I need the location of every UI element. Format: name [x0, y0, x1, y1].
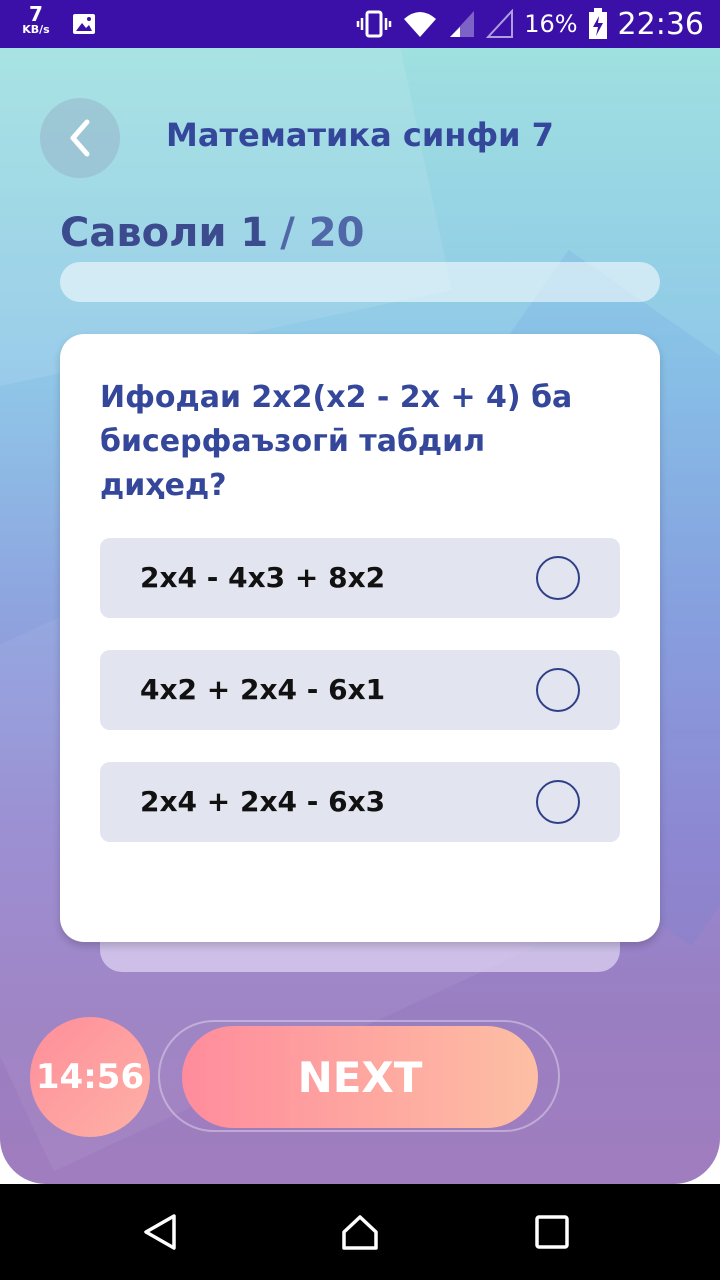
question-text: Ифодаи 2x2(x2 - 2x + 4) ба бисерфаъзогӣ … [100, 380, 573, 503]
answer-option[interactable]: 2x4 + 2x4 - 6x3 [100, 762, 620, 842]
page-title: Математика синфи 7 [166, 116, 554, 154]
answer-label: 4x2 + 2x4 - 6x1 [140, 673, 386, 706]
recents-nav-icon[interactable] [532, 1212, 572, 1252]
question-total: / 20 [280, 210, 365, 256]
answer-label: 2x4 - 4x3 + 8x2 [140, 561, 386, 594]
question-counter: Саволи 1/ 20 [60, 210, 364, 256]
question-card: Ифодаи 2x2(x2 - 2x + 4) ба бисерфаъзогӣ … [60, 334, 660, 942]
battery-percent: 16% [524, 10, 578, 38]
signal-icon [450, 11, 475, 37]
app-screen: Математика синфи 7 Саволи 1/ 20 Ифодаи 2… [0, 48, 720, 1184]
radio-unchecked-icon[interactable] [536, 668, 580, 712]
back-button[interactable] [40, 98, 120, 178]
back-nav-icon[interactable] [140, 1212, 180, 1252]
countdown-timer: 14:56 [30, 1017, 150, 1137]
vibrate-icon [356, 10, 392, 38]
signal-empty-icon [486, 9, 514, 38]
battery-charging-icon [588, 8, 607, 39]
answer-label: 2x4 + 2x4 - 6x3 [140, 785, 386, 818]
home-nav-icon[interactable] [340, 1212, 380, 1252]
navigation-bar [0, 1184, 720, 1280]
answer-option[interactable]: 2x4 - 4x3 + 8x2 [100, 538, 620, 618]
progress-bar [60, 262, 660, 302]
question-current: Саволи 1 [60, 210, 269, 256]
radio-unchecked-icon[interactable] [536, 780, 580, 824]
next-button[interactable]: NEXT [182, 1026, 538, 1128]
radio-unchecked-icon[interactable] [536, 556, 580, 600]
answer-option[interactable]: 4x2 + 2x4 - 6x1 [100, 650, 620, 730]
network-speed-unit: KB/s [22, 23, 50, 36]
chevron-left-icon [70, 119, 90, 157]
clock: 22:36 [617, 6, 704, 42]
network-speed: 7 KB/s [16, 4, 56, 35]
status-bar: 7 KB/s 16% 22:36 [0, 0, 720, 48]
image-notification-icon [73, 14, 95, 34]
network-speed-value: 7 [29, 2, 43, 26]
wifi-icon [404, 12, 437, 37]
